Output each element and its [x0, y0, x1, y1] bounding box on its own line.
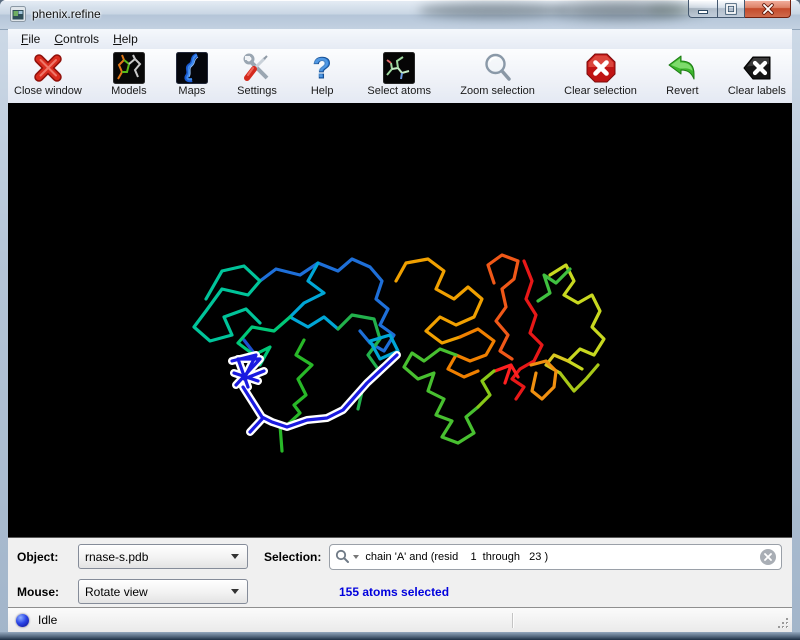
maps-icon	[176, 52, 208, 84]
close-icon	[761, 3, 775, 15]
mouse-mode-value: Rotate view	[85, 585, 231, 599]
toolbar-models[interactable]: Models	[111, 52, 146, 97]
search-icon[interactable]	[335, 549, 350, 564]
toolbar-clear-selection[interactable]: Clear selection	[564, 52, 637, 97]
selection-label: Selection:	[264, 550, 321, 564]
models-icon	[113, 52, 145, 84]
status-text: Idle	[38, 613, 57, 627]
zoom-selection-icon	[482, 52, 514, 84]
chevron-down-icon	[231, 554, 239, 559]
help-icon: ? ?	[306, 52, 338, 84]
close-button[interactable]	[745, 0, 791, 18]
toolbar: Close window Models	[8, 49, 792, 103]
svg-text:?: ?	[313, 52, 330, 83]
clear-search-x-icon	[764, 553, 772, 561]
window-controls	[688, 0, 791, 18]
client-area: File Controls Help Close window	[8, 29, 792, 632]
mouse-mode-dropdown[interactable]: Rotate view	[78, 579, 248, 604]
toolbar-zoom-selection[interactable]: Zoom selection	[460, 52, 535, 97]
object-dropdown[interactable]: rnase-s.pdb	[78, 544, 248, 569]
resize-grip[interactable]	[777, 617, 790, 630]
close-window-icon	[32, 52, 64, 84]
controls-panel: Object: rnase-s.pdb Selection:	[8, 537, 792, 607]
toolbar-label: Close window	[14, 85, 82, 97]
maximize-icon	[725, 3, 737, 15]
search-options-caret-icon[interactable]	[353, 555, 359, 559]
toolbar-label: Clear labels	[728, 85, 786, 97]
app-window: phenix.refine File Controls Help	[0, 0, 800, 640]
revert-icon	[666, 52, 698, 84]
toolbar-maps[interactable]: Maps	[176, 52, 208, 97]
atoms-selected-status: 155 atoms selected	[339, 585, 449, 599]
status-idle-icon	[16, 614, 29, 627]
menubar: File Controls Help	[8, 29, 792, 50]
status-bar: Idle	[8, 607, 792, 632]
clear-labels-icon	[741, 52, 773, 84]
toolbar-help[interactable]: ? ? Help	[306, 52, 338, 97]
toolbar-label: Zoom selection	[460, 85, 535, 97]
toolbar-label: Maps	[178, 85, 205, 97]
status-separator	[512, 613, 514, 628]
toolbar-label: Help	[311, 85, 334, 97]
menu-help[interactable]: Help	[106, 30, 145, 48]
toolbar-close-window[interactable]: Close window	[14, 52, 82, 97]
toolbar-label: Select atoms	[367, 85, 431, 97]
window-frame-bottom	[0, 632, 800, 640]
toolbar-clear-labels[interactable]: Clear labels	[728, 52, 786, 97]
settings-icon	[241, 52, 273, 84]
object-label: Object:	[17, 550, 78, 564]
molecule-viewport[interactable]	[8, 103, 792, 537]
mouse-label: Mouse:	[17, 585, 78, 599]
clear-search-button[interactable]	[760, 549, 776, 565]
toolbar-label: Revert	[666, 85, 698, 97]
toolbar-revert[interactable]: Revert	[666, 52, 698, 97]
select-atoms-icon	[383, 52, 415, 84]
minimize-button[interactable]	[688, 0, 717, 18]
app-icon	[10, 6, 26, 22]
toolbar-label: Settings	[237, 85, 277, 97]
window-title: phenix.refine	[32, 7, 101, 21]
maximize-button[interactable]	[717, 0, 745, 18]
chevron-down-icon	[231, 589, 239, 594]
object-dropdown-value: rnase-s.pdb	[85, 550, 231, 564]
menu-file[interactable]: File	[14, 30, 47, 48]
titlebar[interactable]: phenix.refine	[0, 0, 800, 30]
molecule-svg	[8, 103, 792, 537]
clear-selection-icon	[585, 52, 617, 84]
menu-controls[interactable]: Controls	[47, 30, 106, 48]
toolbar-settings[interactable]: Settings	[237, 52, 277, 97]
toolbar-label: Models	[111, 85, 146, 97]
glass-reflection	[556, 2, 684, 19]
glass-reflection	[418, 3, 568, 18]
toolbar-label: Clear selection	[564, 85, 637, 97]
selection-input[interactable]	[363, 550, 760, 564]
selection-search-box	[329, 544, 782, 570]
toolbar-select-atoms[interactable]: Select atoms	[367, 52, 431, 97]
minimize-icon	[697, 3, 709, 15]
